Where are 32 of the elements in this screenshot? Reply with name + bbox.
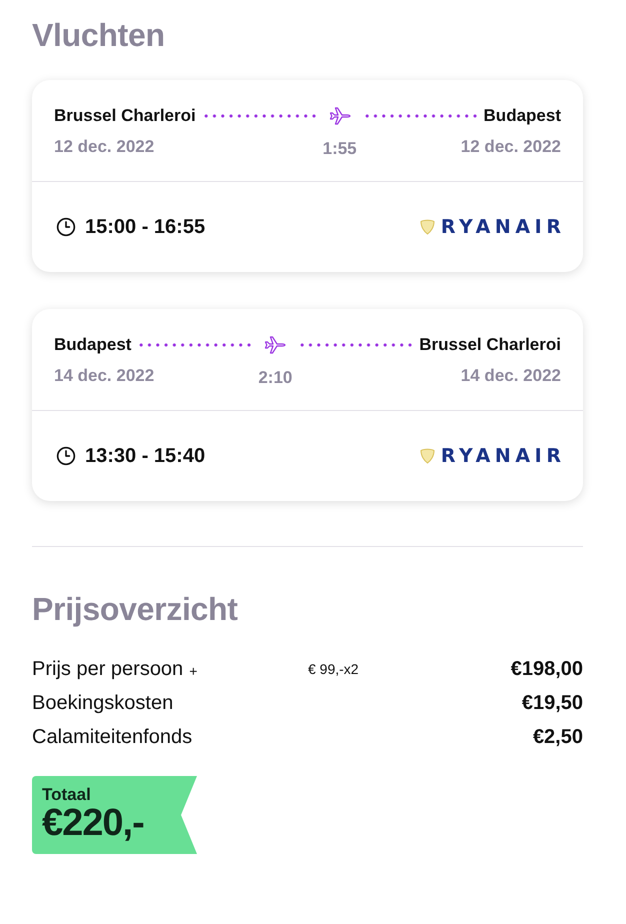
departure-date: 14 dec. 2022 [54,364,154,386]
flight-times: 15:00 - 16:55 [85,215,206,239]
arrival-date: 12 dec. 2022 [460,136,561,158]
flight-duration: 1:55 [322,138,357,160]
clock-icon [56,217,76,237]
airline-logo-text: RYANAIR [440,445,566,467]
origin-city: Brussel Charleroi [54,105,196,127]
arrival-date: 14 dec. 2022 [460,364,561,386]
plus-toggle[interactable]: + [189,663,198,679]
shield-icon [420,219,435,235]
price-label: Calamiteitenfonds [32,725,192,750]
departure-date: 12 dec. 2022 [54,136,154,158]
price-amount: €2,50 [532,725,583,750]
destination-city: Budapest [484,105,561,127]
total-label: Totaal [42,786,91,804]
airline-logo-text: RYANAIR [440,216,566,238]
destination-city: Brussel Charleroi [419,334,561,356]
section-heading: Prijsoverzicht [32,591,238,627]
flight-times: 13:30 - 15:40 [85,444,206,468]
plane-icon [328,107,351,125]
price-amount: €19,50 [522,691,583,716]
total-amount: €220,- [42,804,144,842]
price-label: Prijs per persoon [32,657,184,682]
clock-icon [56,446,76,466]
price-amount: €198,00 [510,657,583,682]
section-heading: Vluchten [32,17,165,53]
price-detail: € 99,-x2 [308,660,359,678]
flight-duration: 2:10 [258,367,292,389]
price-label: Boekingskosten [32,691,174,716]
origin-city: Budapest [54,334,132,356]
plane-icon [264,336,286,354]
shield-icon [420,448,435,464]
